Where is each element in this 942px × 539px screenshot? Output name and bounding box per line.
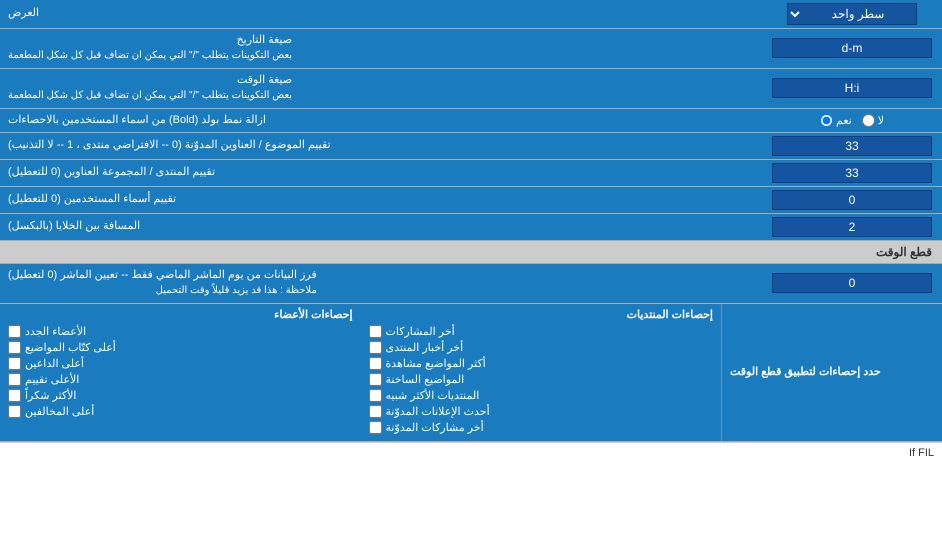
cell-spacing-row: 2 المسافة بين الخلايا (بالبكسل)	[0, 214, 942, 241]
cb-member-3[interactable]	[8, 357, 21, 370]
forum-group-input-cell: 33	[762, 160, 942, 186]
stat-member-3: أعلى الداعين	[8, 357, 353, 370]
forum-stats-header: إحصاءات المنتديات	[369, 308, 714, 321]
time-filter-label: فرز البيانات من يوم الماشر الماضي فقط --…	[0, 264, 762, 303]
stat-forum-7: أخر مشاركات المدوّنة	[369, 421, 714, 434]
forum-stats-col: إحصاءات المنتديات أخر المشاركات أخر أخبا…	[361, 304, 723, 441]
member-stats-header: إحصاءات الأعضاء	[8, 308, 353, 321]
cb-member-1[interactable]	[8, 325, 21, 338]
bold-no-radio[interactable]	[862, 114, 875, 127]
time-format-row: H:i صيغة الوقتبعض التكوينات يتطلب "/" ال…	[0, 69, 942, 109]
time-filter-input-cell: 0	[762, 264, 942, 303]
cb-forum-4[interactable]	[369, 373, 382, 386]
forum-group-input[interactable]: 33	[772, 163, 932, 183]
display-row: سطر واحدسطرانثلاثة أسطر العرض	[0, 0, 942, 29]
stat-member-1: الأعضاء الجدد	[8, 325, 353, 338]
cb-forum-2[interactable]	[369, 341, 382, 354]
time-section-header-row: قطع الوقت	[0, 241, 942, 264]
display-input-cell: سطر واحدسطرانثلاثة أسطر	[762, 0, 942, 28]
time-format-input[interactable]: H:i	[772, 78, 932, 98]
topics-row: 33 تقييم الموضوع / العناوين المدوّنة (0 …	[0, 133, 942, 160]
footer-text: If FIL	[909, 447, 934, 459]
stat-forum-3: أكثر المواضيع مشاهدة	[369, 357, 714, 370]
display-select[interactable]: سطر واحدسطرانثلاثة أسطر	[787, 3, 917, 25]
footer-area: If FIL	[0, 442, 942, 463]
date-format-input-cell: d-m	[762, 29, 942, 68]
stat-member-6: أعلى المخالفين	[8, 405, 353, 418]
cb-forum-5[interactable]	[369, 389, 382, 402]
cell-spacing-input[interactable]: 2	[772, 217, 932, 237]
topics-input[interactable]: 33	[772, 136, 932, 156]
forum-group-label: تقييم المنتدى / المجموعة العناوين (0 للت…	[0, 160, 762, 186]
bold-radio-cell: لا نعم	[762, 109, 942, 132]
cb-member-4[interactable]	[8, 373, 21, 386]
topics-input-cell: 33	[762, 133, 942, 159]
cb-forum-3[interactable]	[369, 357, 382, 370]
stat-member-5: الأكثر شكراً	[8, 389, 353, 402]
bold-row: لا نعم ازالة نمط بولد (Bold) من اسماء ال…	[0, 109, 942, 133]
users-names-label: تقييم أسماء المستخدمين (0 للتعطيل)	[0, 187, 762, 213]
date-format-label: صيغة التاريخبعض التكوينات يتطلب "/" التي…	[0, 29, 762, 68]
stat-member-2: أعلى كتّاب المواضيع	[8, 341, 353, 354]
time-format-input-cell: H:i	[762, 69, 942, 108]
topics-label: تقييم الموضوع / العناوين المدوّنة (0 -- …	[0, 133, 762, 159]
stats-apply-label: حدد إحصاءات لتطبيق قطع الوقت	[722, 304, 942, 441]
stat-forum-4: المواضيع الساخنة	[369, 373, 714, 386]
bold-yes-radio[interactable]	[820, 114, 833, 127]
cb-member-6[interactable]	[8, 405, 21, 418]
stat-forum-5: المنتديات الأكثر شبيه	[369, 389, 714, 402]
cb-member-2[interactable]	[8, 341, 21, 354]
stat-member-4: الأعلى تقييم	[8, 373, 353, 386]
time-section-header: قطع الوقت	[0, 241, 942, 264]
bold-no-label[interactable]: لا	[862, 114, 884, 127]
cell-spacing-label: المسافة بين الخلايا (بالبكسل)	[0, 214, 762, 240]
member-stats-col: إحصاءات الأعضاء الأعضاء الجدد أعلى كتّاب…	[0, 304, 361, 441]
date-format-row: d-m صيغة التاريخبعض التكوينات يتطلب "/" …	[0, 29, 942, 69]
cb-forum-6[interactable]	[369, 405, 382, 418]
time-filter-row: 0 فرز البيانات من يوم الماشر الماضي فقط …	[0, 264, 942, 304]
users-names-row: 0 تقييم أسماء المستخدمين (0 للتعطيل)	[0, 187, 942, 214]
cb-forum-1[interactable]	[369, 325, 382, 338]
stat-forum-6: أحدث الإعلانات المدوّنة	[369, 405, 714, 418]
users-names-input[interactable]: 0	[772, 190, 932, 210]
time-format-label: صيغة الوقتبعض التكوينات يتطلب "/" التي ي…	[0, 69, 762, 108]
stats-row: حدد إحصاءات لتطبيق قطع الوقت إحصاءات الم…	[0, 304, 942, 442]
cb-forum-7[interactable]	[369, 421, 382, 434]
cell-spacing-input-cell: 2	[762, 214, 942, 240]
time-filter-input[interactable]: 0	[772, 273, 932, 293]
users-names-input-cell: 0	[762, 187, 942, 213]
stat-forum-2: أخر أخبار المنتدى	[369, 341, 714, 354]
date-format-input[interactable]: d-m	[772, 38, 932, 58]
bold-yes-label[interactable]: نعم	[820, 114, 852, 127]
bold-label: ازالة نمط بولد (Bold) من اسماء المستخدمي…	[0, 109, 762, 132]
forum-group-row: 33 تقييم المنتدى / المجموعة العناوين (0 …	[0, 160, 942, 187]
cb-member-5[interactable]	[8, 389, 21, 402]
display-label: العرض	[0, 0, 762, 28]
stat-forum-1: أخر المشاركات	[369, 325, 714, 338]
